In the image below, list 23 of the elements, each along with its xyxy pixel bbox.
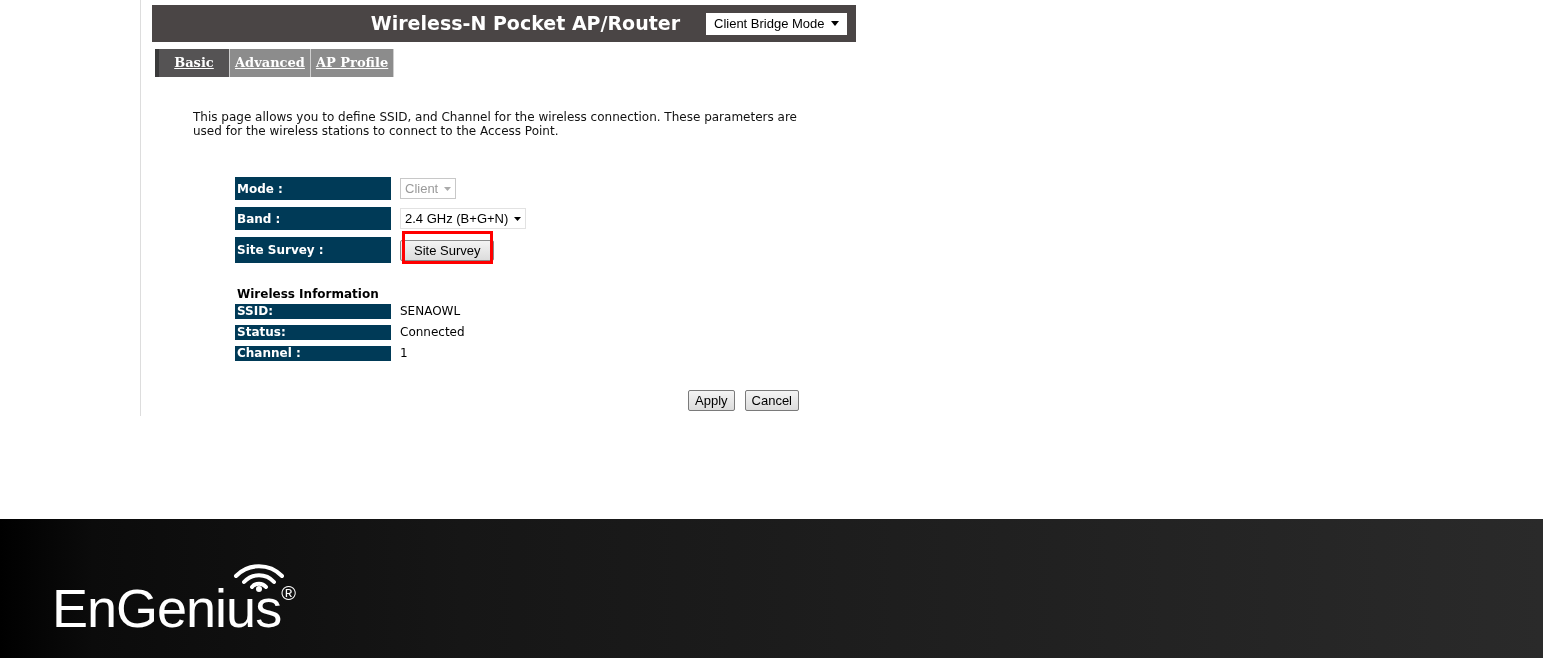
tab[interactable]: Basic — [155, 49, 230, 77]
action-button[interactable]: Apply — [688, 390, 735, 411]
field-label: Band : — [235, 207, 391, 230]
section-heading: Wireless Information — [237, 286, 380, 300]
select-field[interactable]: 2.4 GHz (B+G+N) — [400, 208, 527, 229]
info-value: SENAOWL — [400, 303, 461, 320]
logo-text: EnGenius — [52, 581, 282, 635]
caret-icon — [831, 21, 839, 26]
field-label: Site Survey : — [235, 237, 391, 263]
field-label: Mode : — [235, 177, 391, 200]
info-label: Status: — [235, 324, 391, 340]
info-label: SSID: — [235, 303, 391, 319]
info-value: Connected — [400, 324, 465, 341]
site-survey-button[interactable]: Site Survey — [400, 240, 495, 261]
mode-select[interactable]: Client Bridge Mode — [706, 12, 847, 35]
page-title: Wireless-N Pocket AP/Router — [370, 11, 680, 37]
action-button[interactable]: Cancel — [744, 390, 799, 411]
registered-mark: ® — [281, 583, 296, 603]
caret-icon — [444, 186, 452, 191]
info-value: 1 — [400, 345, 408, 362]
caret-icon — [514, 216, 522, 221]
description-text: This page allows you to define SSID, and Channel for the wireless connection. These parameters are used for the wireless stations to connect to the Access Point. — [193, 110, 798, 138]
info-label: Channel : — [235, 345, 391, 361]
